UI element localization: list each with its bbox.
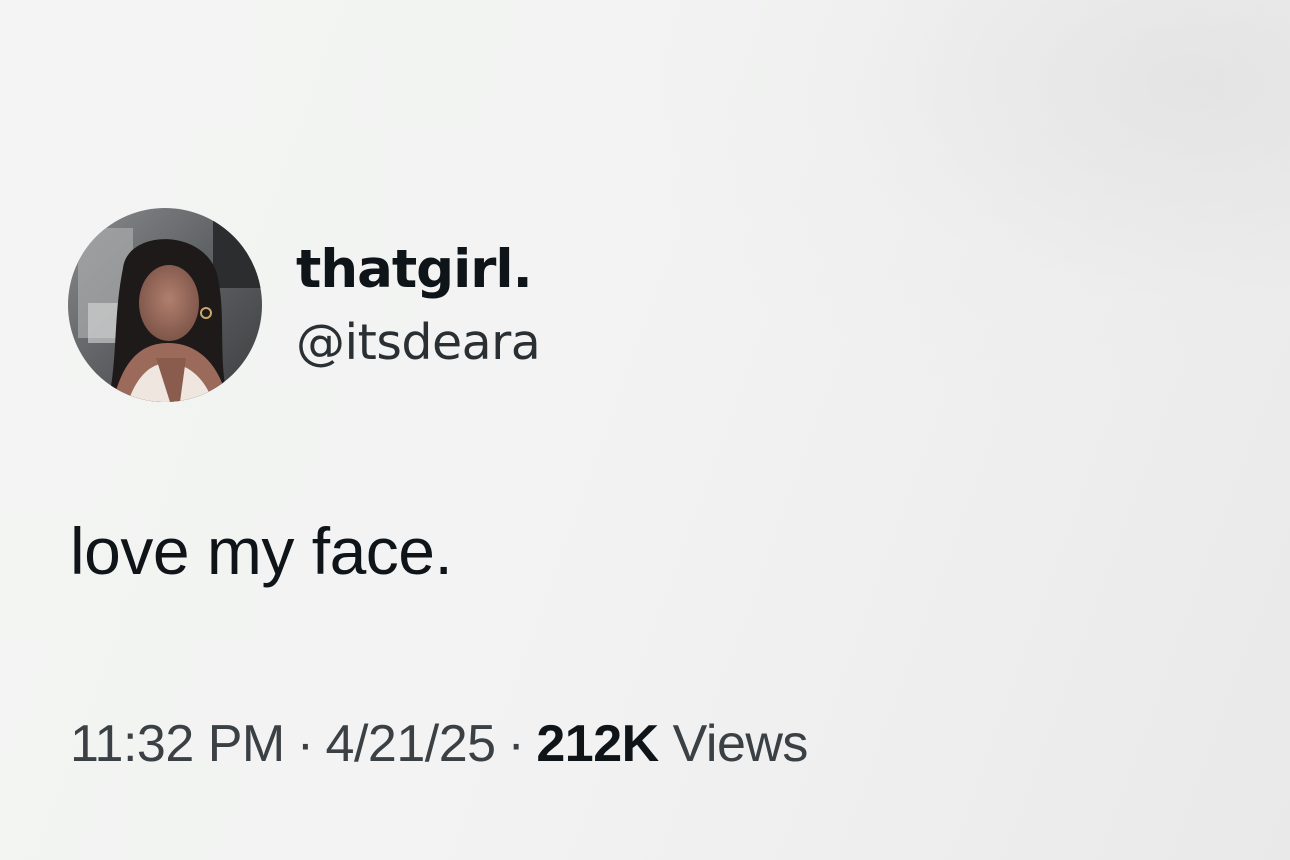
user-handle[interactable]: @itsdeara xyxy=(296,318,541,367)
separator-dot: · xyxy=(296,715,314,773)
separator-dot: · xyxy=(507,715,525,773)
user-names: thatgirl. @itsdeara xyxy=(296,243,541,367)
avatar-photo-icon xyxy=(68,208,262,402)
display-name[interactable]: thatgirl. xyxy=(296,243,540,296)
tweet-text: love my face. xyxy=(70,514,453,588)
tweet-card: thatgirl. @itsdeara love my face. 11:32 … xyxy=(0,0,1290,860)
tweet-time[interactable]: 11:32 PM xyxy=(70,715,285,773)
views-count[interactable]: 212K xyxy=(536,715,659,773)
tweet-date[interactable]: 4/21/25 xyxy=(326,715,497,773)
tweet-metadata: 11:32 PM · 4/21/25 · 212K Views xyxy=(70,718,808,770)
tweet-header: thatgirl. @itsdeara xyxy=(68,208,541,402)
views-label: Views xyxy=(672,715,809,773)
avatar[interactable] xyxy=(68,208,262,402)
